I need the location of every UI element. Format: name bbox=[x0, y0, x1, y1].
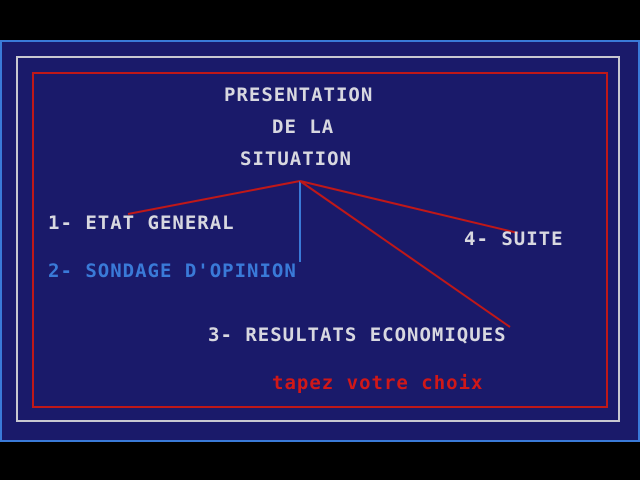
menu-item-etat-general[interactable]: 1- ETAT GENERAL bbox=[48, 212, 235, 234]
connector-to-item-3 bbox=[299, 180, 511, 328]
choice-prompt: tapez votre choix bbox=[272, 372, 484, 394]
game-screen: PRESENTATION DE LA SITUATION 1- ETAT GEN… bbox=[0, 0, 640, 480]
connector-to-item-1 bbox=[127, 180, 301, 215]
title-line-3: SITUATION bbox=[240, 148, 352, 170]
menu-item-resultats-economiques[interactable]: 3- RESULTATS ECONOMIQUES bbox=[208, 324, 507, 346]
menu-item-sondage-opinion[interactable]: 2- SONDAGE D'OPINION bbox=[48, 260, 297, 282]
title-line-1: PRESENTATION bbox=[224, 84, 374, 106]
title-line-2: DE LA bbox=[272, 116, 335, 138]
connector-to-item-4 bbox=[299, 180, 519, 234]
menu-item-suite[interactable]: 4- SUITE bbox=[464, 228, 564, 250]
